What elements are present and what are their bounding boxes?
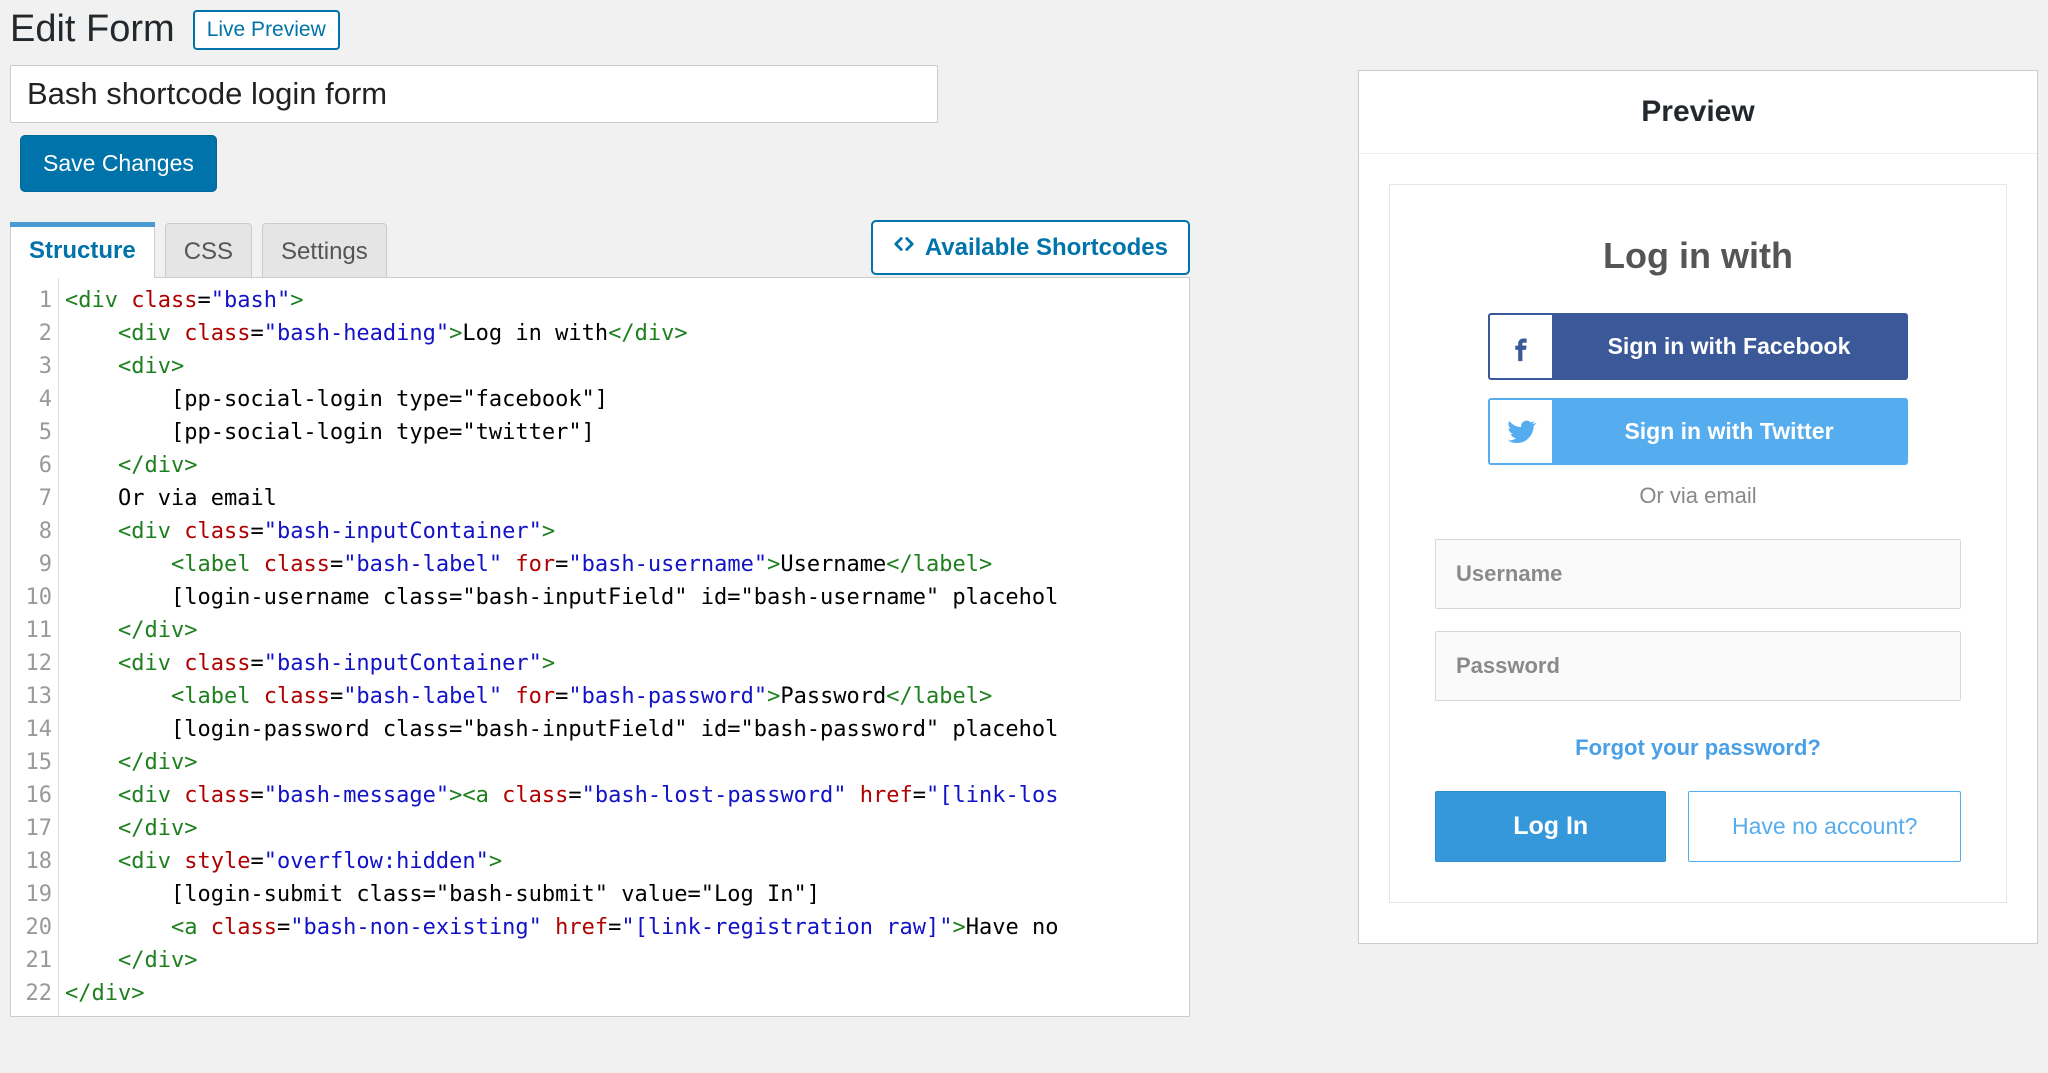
- twitter-signin-button[interactable]: Sign in with Twitter: [1488, 398, 1908, 465]
- code-line[interactable]: <div class="bash-inputContainer">: [65, 647, 1189, 680]
- tab-settings[interactable]: Settings: [262, 223, 387, 278]
- code-line[interactable]: </div>: [65, 944, 1189, 977]
- page-title: Edit Form: [10, 8, 175, 51]
- code-line[interactable]: </div>: [65, 449, 1189, 482]
- line-number: 5: [11, 416, 58, 449]
- code-line[interactable]: </div>: [65, 746, 1189, 779]
- code-line[interactable]: <div>: [65, 350, 1189, 383]
- facebook-signin-label: Sign in with Facebook: [1552, 315, 1906, 378]
- code-line[interactable]: <label class="bash-label" for="bash-user…: [65, 548, 1189, 581]
- line-number-gutter: 12345678910111213141516171819202122: [11, 278, 59, 1016]
- code-line[interactable]: <label class="bash-label" for="bash-pass…: [65, 680, 1189, 713]
- code-line[interactable]: [login-password class="bash-inputField" …: [65, 713, 1189, 746]
- twitter-signin-label: Sign in with Twitter: [1552, 400, 1906, 463]
- line-number: 15: [11, 746, 58, 779]
- line-number: 10: [11, 581, 58, 614]
- line-number: 3: [11, 350, 58, 383]
- line-number: 16: [11, 779, 58, 812]
- code-line[interactable]: [login-submit class="bash-submit" value=…: [65, 878, 1189, 911]
- tab-css[interactable]: CSS: [165, 223, 252, 278]
- or-via-email-text: Or via email: [1435, 483, 1961, 509]
- preview-panel-title: Preview: [1359, 71, 2037, 153]
- login-preview-card: Log in with Sign in with Facebook Sign i…: [1389, 184, 2007, 903]
- line-number: 11: [11, 614, 58, 647]
- code-line[interactable]: <div style="overflow:hidden">: [65, 845, 1189, 878]
- available-shortcodes-button[interactable]: Available Shortcodes: [871, 220, 1190, 275]
- code-line[interactable]: [pp-social-login type="facebook"]: [65, 383, 1189, 416]
- facebook-signin-button[interactable]: Sign in with Facebook: [1488, 313, 1908, 380]
- forgot-password-link[interactable]: Forgot your password?: [1435, 735, 1961, 761]
- have-no-account-button[interactable]: Have no account?: [1688, 791, 1961, 862]
- line-number: 13: [11, 680, 58, 713]
- line-number: 2: [11, 317, 58, 350]
- line-number: 18: [11, 845, 58, 878]
- line-number: 7: [11, 482, 58, 515]
- twitter-icon: [1490, 400, 1552, 463]
- line-number: 12: [11, 647, 58, 680]
- code-icon: [893, 233, 915, 262]
- line-number: 21: [11, 944, 58, 977]
- login-heading: Log in with: [1435, 235, 1961, 277]
- code-line[interactable]: [pp-social-login type="twitter"]: [65, 416, 1189, 449]
- code-line[interactable]: <div class="bash-message"><a class="bash…: [65, 779, 1189, 812]
- line-number: 1: [11, 284, 58, 317]
- code-line[interactable]: <div class="bash">: [65, 284, 1189, 317]
- tab-structure[interactable]: Structure: [10, 222, 155, 278]
- password-input[interactable]: [1435, 631, 1961, 701]
- line-number: 22: [11, 977, 58, 1010]
- code-line[interactable]: </div>: [65, 812, 1189, 845]
- live-preview-button[interactable]: Live Preview: [193, 10, 340, 50]
- form-title-input[interactable]: [10, 65, 938, 123]
- code-line[interactable]: <div class="bash-heading">Log in with</d…: [65, 317, 1189, 350]
- line-number: 9: [11, 548, 58, 581]
- save-changes-button[interactable]: Save Changes: [20, 135, 217, 192]
- line-number: 8: [11, 515, 58, 548]
- line-number: 19: [11, 878, 58, 911]
- editor-tabs: Structure CSS Settings Available Shortco…: [10, 222, 1190, 278]
- line-number: 14: [11, 713, 58, 746]
- line-number: 17: [11, 812, 58, 845]
- facebook-icon: [1490, 315, 1552, 378]
- username-input[interactable]: [1435, 539, 1961, 609]
- code-line[interactable]: Or via email: [65, 482, 1189, 515]
- line-number: 20: [11, 911, 58, 944]
- code-line[interactable]: [login-username class="bash-inputField" …: [65, 581, 1189, 614]
- code-editor[interactable]: 12345678910111213141516171819202122 <div…: [10, 277, 1190, 1017]
- log-in-button[interactable]: Log In: [1435, 791, 1666, 862]
- line-number: 6: [11, 449, 58, 482]
- available-shortcodes-label: Available Shortcodes: [925, 234, 1168, 262]
- preview-panel: Preview Log in with Sign in with Faceboo…: [1358, 70, 2038, 944]
- code-line[interactable]: <div class="bash-inputContainer">: [65, 515, 1189, 548]
- code-line[interactable]: </div>: [65, 977, 1189, 1010]
- code-line[interactable]: <a class="bash-non-existing" href="[link…: [65, 911, 1189, 944]
- code-line[interactable]: </div>: [65, 614, 1189, 647]
- line-number: 4: [11, 383, 58, 416]
